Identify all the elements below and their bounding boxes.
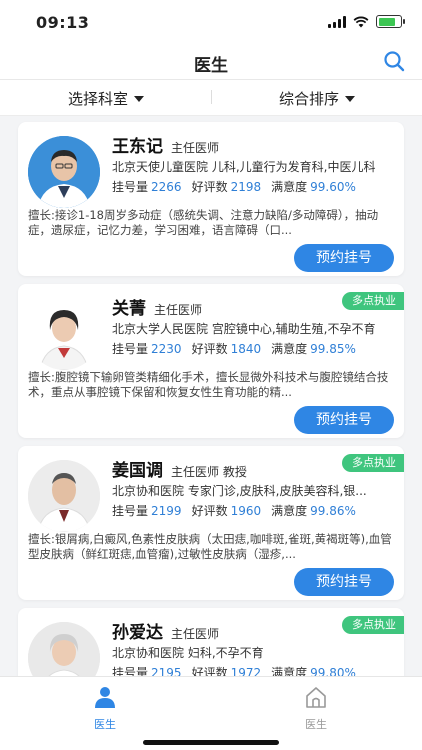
doctor-list[interactable]: 王东记 主任医师 北京天使儿童医院 儿科,儿童行为发育科,中医儿科 挂号量 2266… [0, 116, 422, 676]
search-icon[interactable] [382, 49, 406, 73]
doctor-avatar [28, 460, 100, 532]
doctor-stats: 挂号量 2199 好评数 1960 满意度 99.86% [112, 504, 356, 518]
doctor-name: 孙爱达 主任医师 [112, 623, 220, 643]
doctor-avatar [28, 622, 100, 676]
doctor-card[interactable]: 多点执业 孙爱达 主任医师 北京协和医院 妇科,不孕不育 挂号量 2195 好评数 19… [18, 608, 404, 676]
status-icons [328, 15, 405, 28]
wifi-icon [353, 16, 369, 27]
tab-home[interactable]: 医生 [266, 685, 366, 732]
department-filter-label: 选择科室 [68, 90, 129, 108]
doctor-name: 姜国调 主任医师 教授 [112, 461, 247, 481]
doctor-hospital: 北京大学人民医院 宫腔镜中心,辅助生殖,不孕不育 [112, 322, 376, 336]
doctor-title: 主任医师 [171, 627, 220, 641]
doctor-hospital: 北京天使儿童医院 儿科,儿童行为发育科,中医儿科 [112, 160, 376, 174]
doctor-avatar [28, 136, 100, 208]
doctor-card[interactable]: 多点执业 关菁 主任医师 北京大学人民医院 宫腔镜中心,辅助生殖,不孕不育 挂号量… [18, 284, 404, 438]
doctor-name: 关菁 主任医师 [112, 299, 203, 319]
doctor-title: 主任医师 [171, 141, 220, 155]
doctor-title: 主任医师 [154, 303, 203, 317]
home-indicator [143, 740, 279, 745]
filter-bar: 选择科室 综合排序 [0, 80, 422, 116]
doctor-name: 王东记 主任医师 [112, 137, 220, 157]
doctor-stats: 挂号量 2195 好评数 1972 满意度 99.80% [112, 666, 356, 676]
department-filter[interactable]: 选择科室 [68, 88, 145, 109]
sort-filter[interactable]: 综合排序 [279, 88, 356, 109]
book-appointment-button[interactable]: 预约挂号 [294, 568, 394, 596]
tab-doctor[interactable]: 医生 [55, 685, 155, 732]
doctor-title: 主任医师 教授 [171, 465, 247, 479]
battery-icon [376, 15, 405, 28]
home-icon [306, 687, 326, 708]
status-time: 09:13 [36, 13, 90, 32]
filter-divider [211, 90, 212, 104]
multi-practice-badge: 多点执业 [342, 616, 404, 634]
status-bar: 09:13 [0, 0, 422, 44]
doctor-stats: 挂号量 2266 好评数 2198 满意度 99.60% [112, 180, 356, 194]
caret-down-icon [345, 95, 356, 102]
nav-bar: 医生 [0, 44, 422, 80]
multi-practice-badge: 多点执业 [342, 454, 404, 472]
doctor-card[interactable]: 多点执业 姜国调 主任医师 教授 北京协和医院 专家门诊,皮肤科,皮肤美容科,银.… [18, 446, 404, 600]
cellular-signal-icon [328, 15, 346, 28]
doctor-specialty: 擅长:银屑病,白癜风,色素性皮肤病（太田痣,咖啡斑,雀斑,黄褐斑等),血管型皮肤… [28, 532, 392, 561]
tab-doctor-label: 医生 [94, 718, 116, 731]
tab-home-label: 医生 [305, 718, 327, 731]
caret-down-icon [134, 95, 145, 102]
page-title: 医生 [194, 56, 228, 76]
doctor-hospital: 北京协和医院 妇科,不孕不育 [112, 646, 264, 660]
doctor-card[interactable]: 王东记 主任医师 北京天使儿童医院 儿科,儿童行为发育科,中医儿科 挂号量 2266… [18, 122, 404, 276]
sort-filter-label: 综合排序 [279, 90, 340, 108]
doctor-specialty: 擅长:接诊1-18周岁多动症（感统失调、注意力缺陷/多动障碍），抽动症，遗尿症，… [28, 208, 379, 237]
doctor-stats: 挂号量 2230 好评数 1840 满意度 99.85% [112, 342, 356, 356]
book-appointment-button[interactable]: 预约挂号 [294, 406, 394, 434]
doctor-specialty: 擅长:腹腔镜下输卵管类精细化手术，擅长显微外科技术与腹腔镜结合技术，重点从事腔镜… [28, 370, 389, 399]
doctor-hospital: 北京协和医院 专家门诊,皮肤科,皮肤美容科,银... [112, 484, 367, 498]
doctor-icon [95, 687, 115, 708]
tab-bar: 医生 医生 [0, 676, 422, 750]
doctor-avatar [28, 298, 100, 370]
book-appointment-button[interactable]: 预约挂号 [294, 244, 394, 272]
multi-practice-badge: 多点执业 [342, 292, 404, 310]
